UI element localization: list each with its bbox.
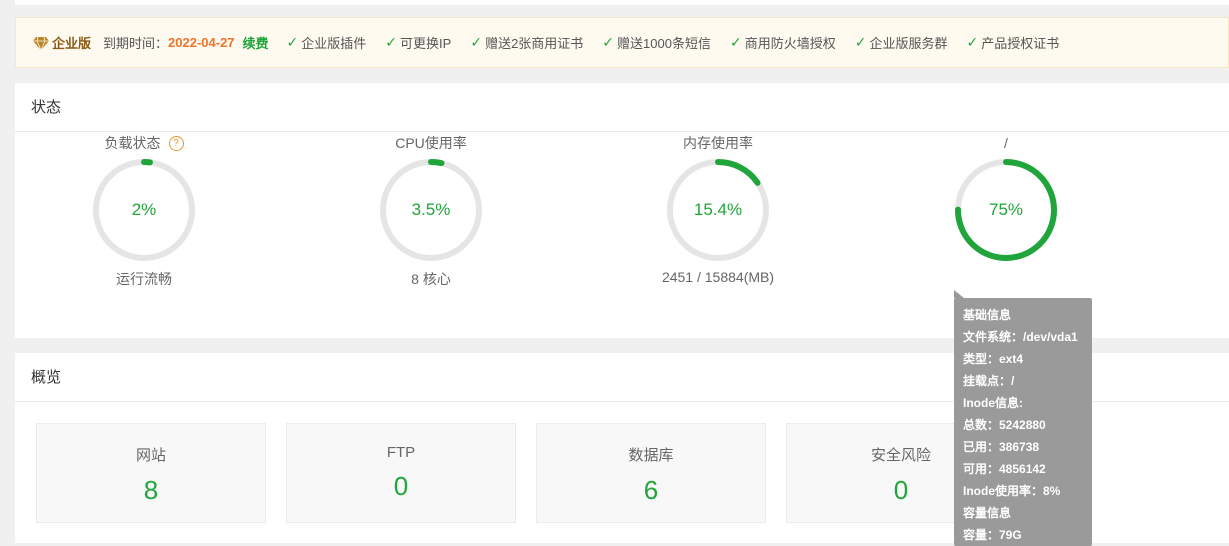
perk-label: 企业版服务群	[869, 36, 948, 51]
check-icon: ✓	[602, 34, 615, 50]
tooltip-line: 已用：386738	[963, 440, 1040, 454]
perk-label: 商用防火墙授权	[744, 36, 836, 51]
perk-item: ✓ 商用防火墙授权	[730, 33, 836, 52]
gauge-percent: 75%	[988, 200, 1024, 219]
perk-label: 企业版插件	[301, 36, 367, 51]
memory-gauge[interactable]: 内存使用率 15.4% 2451 / 15884(MB)	[618, 133, 818, 285]
tooltip-line: 类型：ext4	[963, 352, 1024, 366]
card-value[interactable]: 0	[287, 471, 515, 502]
overview-card-database[interactable]: 数据库 6	[536, 423, 766, 523]
diamond-icon	[33, 36, 49, 50]
card-label: FTP	[386, 444, 416, 461]
gauge-title: 负载状态	[104, 135, 161, 151]
card-label: 网站	[135, 447, 166, 464]
overview-card-ftp[interactable]: FTP 0	[286, 423, 516, 523]
gauge-ring: 15.4%	[665, 157, 771, 263]
top-panel-edge	[15, 0, 1229, 5]
perk-item: ✓ 可更换IP	[385, 33, 451, 52]
tooltip-arrow	[954, 290, 964, 298]
tooltip-line: 文件系统：/dev/vda1	[963, 330, 1078, 344]
card-label: 数据库	[628, 447, 674, 464]
gauge-title: CPU使用率	[395, 135, 467, 151]
tooltip-line: Inode信息:	[963, 396, 1023, 410]
vip-badge-label: 企业版	[52, 36, 92, 51]
expire-label: 到期时间：	[103, 36, 169, 51]
gauge-percent: 2%	[131, 200, 157, 219]
load-gauge[interactable]: 负载状态 ? 2% 运行流畅	[44, 133, 244, 289]
tooltip-line: 可用：4856142	[963, 462, 1046, 476]
tooltip-line: 容量信息	[963, 506, 1012, 520]
tooltip-line: 基础信息	[963, 308, 1012, 322]
gauge-ring: 2%	[91, 157, 197, 263]
check-icon: ✓	[385, 34, 398, 50]
gauge-percent: 3.5%	[411, 200, 451, 219]
gauge-title-row: /	[906, 133, 1106, 153]
gauge-title-row: CPU使用率	[331, 133, 531, 153]
check-icon: ✓	[854, 34, 867, 50]
gauge-subtitle: 8 核心	[411, 271, 451, 287]
perk-label: 赠送2张商用证书	[485, 36, 584, 51]
status-title: 状态	[15, 83, 1229, 132]
check-icon: ✓	[966, 34, 979, 50]
cpu-gauge[interactable]: CPU使用率 3.5% 8 核心	[331, 133, 531, 289]
tooltip-line: Inode使用率：8%	[963, 484, 1061, 498]
tooltip-line: 容量：79G	[963, 528, 1022, 542]
gauge-title-row: 内存使用率	[618, 133, 818, 153]
check-icon: ✓	[286, 34, 299, 50]
disk-info-tooltip: 基础信息 文件系统：/dev/vda1 类型：ext4 挂载点：/ Inode信…	[954, 290, 1092, 546]
expire-date: 2022-04-27	[168, 35, 235, 50]
help-icon[interactable]: ?	[168, 135, 184, 151]
perk-item: ✓ 企业版插件	[287, 33, 367, 52]
gauge-title: 内存使用率	[683, 135, 753, 151]
perk-label: 可更换IP	[400, 36, 452, 51]
tooltip-line: 总数：5242880	[963, 418, 1046, 432]
gauge-ring: 3.5%	[378, 157, 484, 263]
gauge-percent: 15.4%	[693, 200, 743, 219]
tooltip-line: 挂载点：/	[963, 374, 1015, 388]
vip-badge: 企业版	[33, 33, 91, 52]
perk-label: 赠送1000条短信	[617, 36, 711, 51]
vip-info-bar: 企业版 到期时间： 2022-04-27 续费 ✓ 企业版插件 ✓ 可更换IP ✓ 赠…	[15, 17, 1229, 68]
perk-label: 产品授权证书	[981, 36, 1060, 51]
overview-card-sites[interactable]: 网站 8	[36, 423, 266, 523]
perk-item: ✓ 产品授权证书	[966, 33, 1059, 52]
disk-gauge[interactable]: / 75%	[906, 133, 1106, 269]
check-icon: ✓	[470, 34, 483, 50]
gauge-subtitle: 2451 / 15884(MB)	[661, 269, 775, 285]
gauge-subtitle: 运行流畅	[116, 271, 172, 287]
perk-item: ✓ 赠送2张商用证书	[470, 33, 583, 52]
perk-item: ✓ 赠送1000条短信	[602, 33, 711, 52]
gauge-ring: 75%	[953, 157, 1059, 263]
renew-link[interactable]: 续费	[243, 33, 269, 52]
gauge-title: /	[1004, 135, 1008, 151]
perk-item: ✓ 企业版服务群	[855, 33, 948, 52]
gauge-title-row: 负载状态 ?	[44, 133, 244, 153]
card-value[interactable]: 8	[37, 475, 265, 506]
card-value[interactable]: 6	[537, 475, 765, 506]
check-icon: ✓	[729, 34, 742, 50]
